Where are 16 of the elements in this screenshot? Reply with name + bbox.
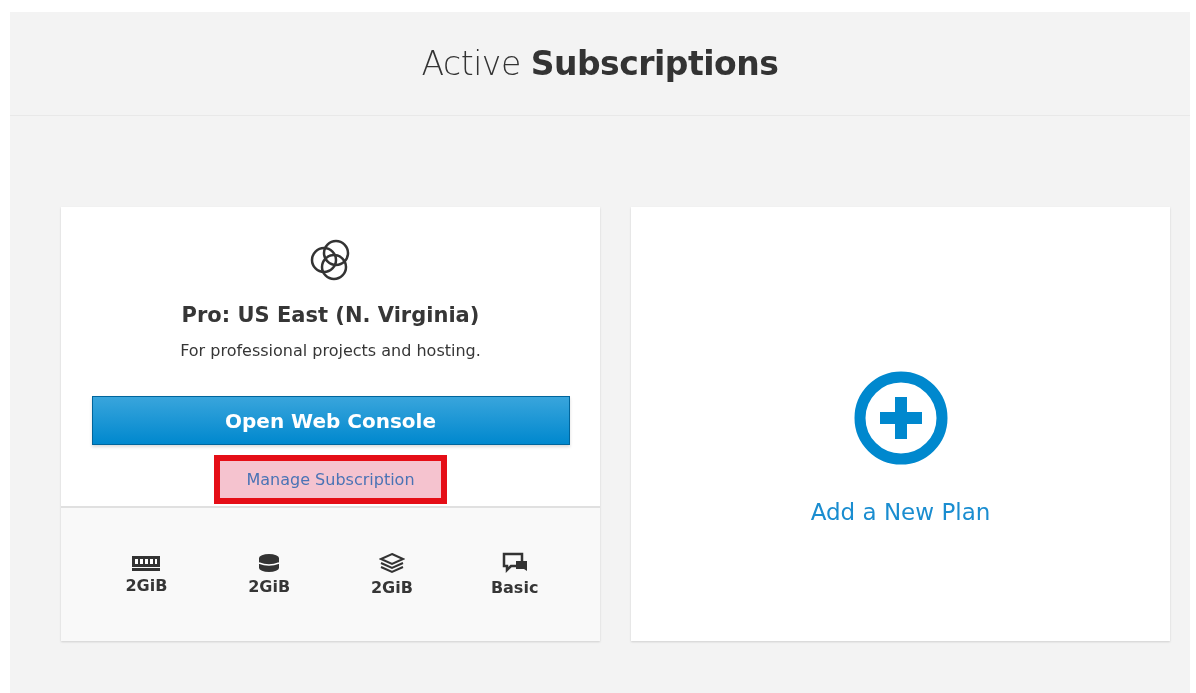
layers-icon [378, 552, 405, 574]
manage-subscription-link[interactable]: Manage Subscription [214, 455, 447, 504]
plus-circle-icon [853, 371, 948, 465]
plan-description: For professional projects and hosting. [180, 341, 481, 360]
database-icon [258, 553, 281, 573]
add-plan-card[interactable]: Add a New Plan [631, 207, 1170, 641]
chat-bubbles-icon [501, 552, 528, 574]
spec-value: 2GiB [248, 577, 291, 596]
open-web-console-button[interactable]: Open Web Console [91, 396, 570, 445]
page-title: Active Subscriptions [421, 44, 779, 83]
spec-value: Basic [490, 578, 539, 597]
spec-value: 2GiB [125, 576, 168, 595]
spec-value: 2GiB [370, 578, 413, 597]
plan-name: Pro: US East (N. Virginia) [181, 303, 480, 327]
add-new-plan-link[interactable]: Add a New Plan [810, 499, 991, 525]
memory-chip-icon [131, 554, 162, 572]
